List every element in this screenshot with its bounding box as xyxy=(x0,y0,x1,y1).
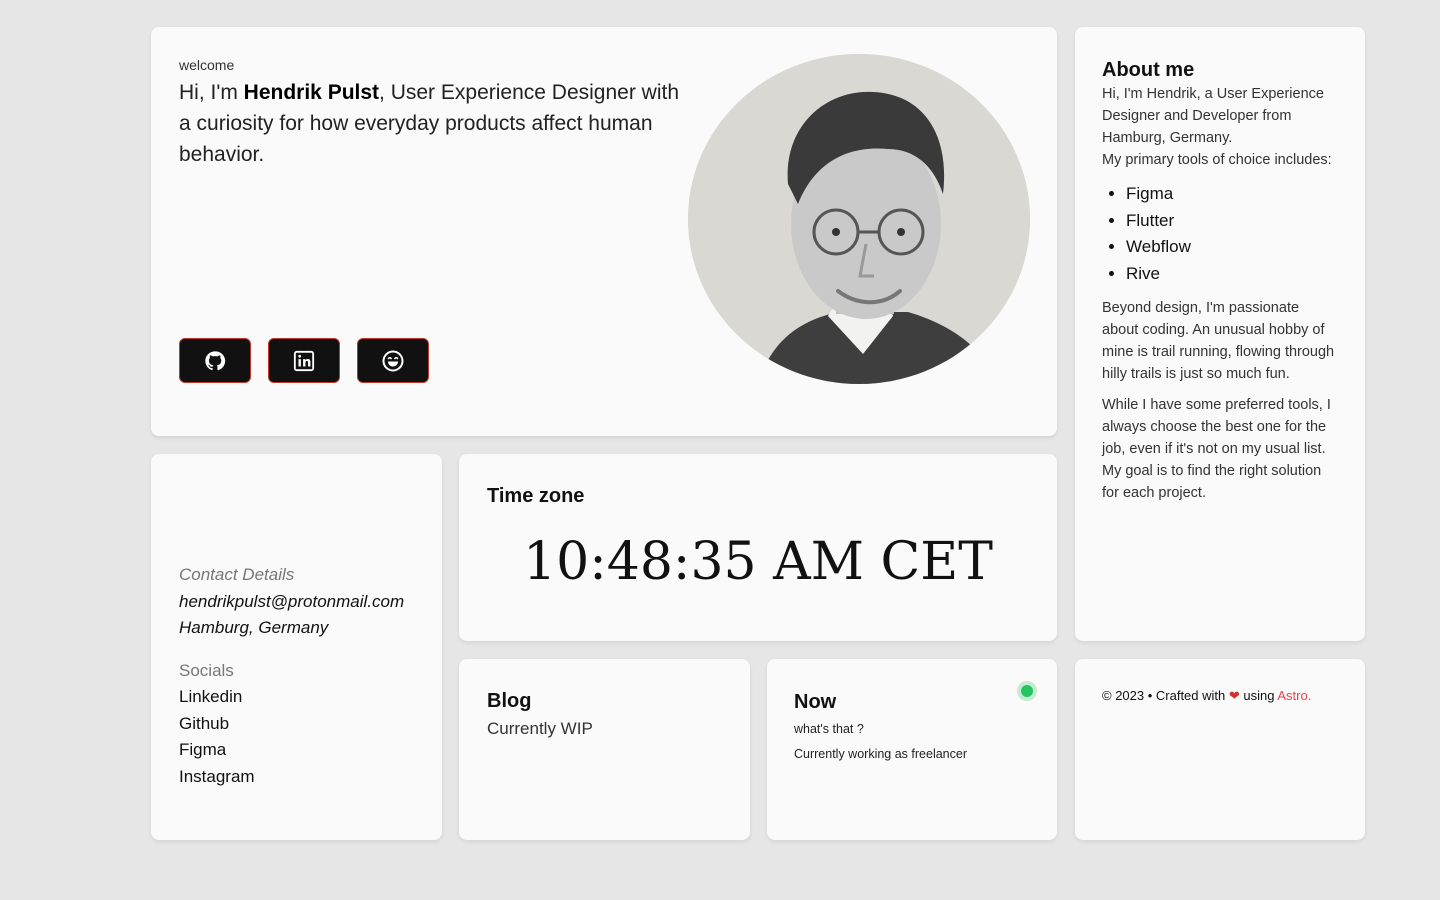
hero-intro: Hi, I'm Hendrik Pulst, User Experience D… xyxy=(179,77,689,170)
github-button[interactable] xyxy=(179,338,251,383)
about-tools-intro: My primary tools of choice includes: xyxy=(1102,152,1332,168)
now-question: what's that ? xyxy=(794,722,864,736)
hero-card: welcome Hi, I'm Hendrik Pulst, User Expe… xyxy=(151,27,1057,436)
contact-cta: Let's start working together! xyxy=(179,488,365,542)
tools-list: Figma Flutter Webflow Rive xyxy=(1102,181,1338,287)
footer-text: © 2023 • Crafted with ❤ using Astro. xyxy=(1102,688,1338,704)
social-link-instagram[interactable]: Instagram xyxy=(179,764,414,791)
tool-item: Figma xyxy=(1126,181,1338,208)
tool-item: Flutter xyxy=(1126,208,1338,235)
clock-display: 10:48:35 AM CET xyxy=(523,532,993,592)
intro-prefix: Hi, I'm xyxy=(179,81,244,104)
social-link-github[interactable]: Github xyxy=(179,711,414,738)
linkedin-icon xyxy=(293,350,315,371)
social-link-figma[interactable]: Figma xyxy=(179,737,414,764)
contact-card: Let's start working together! Contact De… xyxy=(151,454,442,840)
hero-name: Hendrik Pulst xyxy=(243,81,380,104)
about-intro: Hi, I'm Hendrik, a User Experience Desig… xyxy=(1102,86,1324,146)
footer-middle: using xyxy=(1239,688,1278,703)
about-card: About me Hi, I'm Hendrik, a User Experie… xyxy=(1075,27,1365,641)
footer-card: © 2023 • Crafted with ❤ using Astro. xyxy=(1075,659,1365,840)
now-title: Now xyxy=(794,691,837,713)
social-buttons xyxy=(179,338,429,383)
contact-details-label: Contact Details xyxy=(179,565,295,584)
astro-link[interactable]: Astro. xyxy=(1277,688,1311,703)
timezone-title: Time zone xyxy=(487,485,585,507)
footer-prefix: © 2023 • Crafted with xyxy=(1102,688,1229,703)
welcome-label: welcome xyxy=(179,57,235,73)
blog-card[interactable]: Blog Currently WIP xyxy=(459,659,750,840)
emoji-button[interactable] xyxy=(357,338,429,383)
about-hobby: Beyond design, I'm passionate about codi… xyxy=(1102,300,1335,382)
blog-title: Blog xyxy=(487,690,532,712)
about-approach: While I have some preferred tools, I alw… xyxy=(1102,397,1331,501)
github-icon xyxy=(205,350,226,370)
profile-photo xyxy=(688,54,1030,384)
social-link-linkedin[interactable]: Linkedin xyxy=(179,684,414,711)
linkedin-button[interactable] xyxy=(268,338,340,383)
tool-item: Rive xyxy=(1126,261,1338,288)
now-status: Currently working as freelancer xyxy=(794,747,967,761)
contact-email[interactable]: hendrikpulst@protonmail.com xyxy=(179,589,414,616)
contact-location: Hamburg, Germany xyxy=(179,618,329,637)
status-indicator-dot xyxy=(1021,685,1033,697)
tool-item: Webflow xyxy=(1126,234,1338,261)
blog-status: Currently WIP xyxy=(487,719,593,738)
socials-label: Socials xyxy=(179,660,234,680)
emoji-icon xyxy=(382,350,404,371)
about-title: About me xyxy=(1102,59,1195,81)
timezone-card: Time zone 10:48:35 AM CET xyxy=(459,454,1057,641)
heart-icon: ❤ xyxy=(1228,688,1240,703)
now-card: Now what's that ? Currently working as f… xyxy=(767,659,1057,840)
portrait-illustration xyxy=(688,54,1030,384)
